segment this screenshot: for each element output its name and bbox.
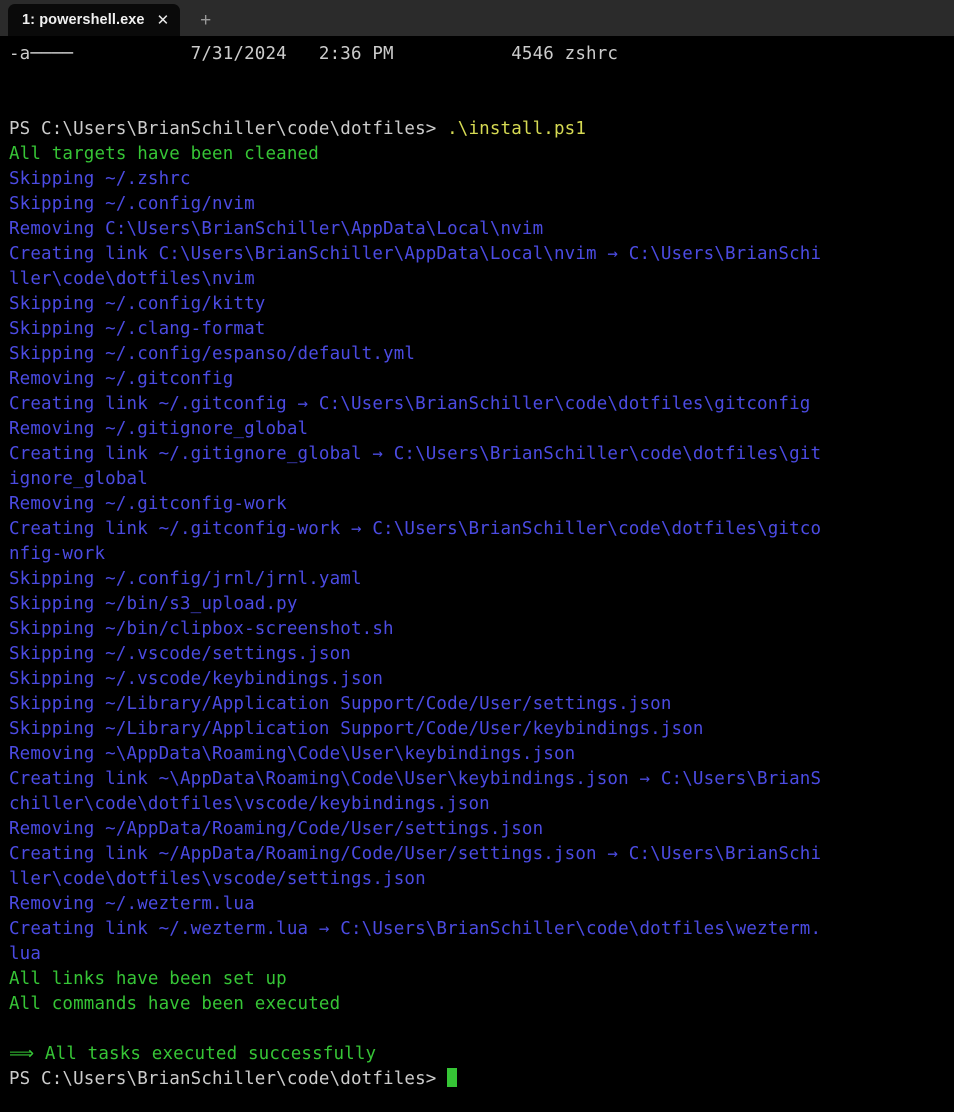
tab-powershell[interactable]: 1: powershell.exe ✕ [8,4,180,36]
terminal-line: lua [0,942,954,967]
terminal-line: ⟹ All tasks executed successfully [0,1042,954,1067]
terminal-line: All commands have been executed [0,992,954,1017]
terminal-line: Removing ~/.gitignore_global [0,417,954,442]
terminal-line: Skipping ~/Library/Application Support/C… [0,692,954,717]
terminal-line: Skipping ~/bin/clipbox-screenshot.sh [0,617,954,642]
output-lines-bottom: All targets have been cleanedSkipping ~/… [0,142,954,1067]
prompt-text: PS C:\Users\BrianSchiller\code\dotfiles> [9,119,436,139]
command-text: .\install.ps1 [447,119,586,139]
text-cursor[interactable] [447,1068,457,1087]
terminal-output[interactable]: -a──── 7/31/2024 2:36 PM 4546 zshrc PS C… [0,36,954,1112]
close-icon[interactable]: ✕ [157,13,170,28]
terminal-line: Removing ~\AppData\Roaming\Code\User\key… [0,742,954,767]
final-prompt-text: PS C:\Users\BrianSchiller\code\dotfiles> [9,1069,436,1089]
terminal-line [0,1017,954,1042]
terminal-line: Skipping ~/.vscode/keybindings.json [0,667,954,692]
terminal-line: chiller\code\dotfiles\vscode/keybindings… [0,792,954,817]
terminal-line: Skipping ~/.config/jrnl/jrnl.yaml [0,567,954,592]
final-prompt-line[interactable]: PS C:\Users\BrianSchiller\code\dotfiles> [0,1067,954,1092]
terminal-line: Skipping ~/.zshrc [0,167,954,192]
terminal-line: Creating link C:\Users\BrianSchiller\App… [0,242,954,267]
terminal-line: ller\code\dotfiles\nvim [0,267,954,292]
terminal-line: ignore_global [0,467,954,492]
output-lines-top: -a──── 7/31/2024 2:36 PM 4546 zshrc [0,42,954,117]
terminal-line: Removing C:\Users\BrianSchiller\AppData\… [0,217,954,242]
terminal-line: Skipping ~/.vscode/settings.json [0,642,954,667]
terminal-line: Creating link ~\AppData\Roaming\Code\Use… [0,767,954,792]
terminal-line: Creating link ~/.gitconfig-work → C:\Use… [0,517,954,542]
terminal-line: Removing ~/.gitconfig [0,367,954,392]
terminal-line [0,67,954,92]
terminal-line: Skipping ~/.config/espanso/default.yml [0,342,954,367]
terminal-line: Creating link ~/.wezterm.lua → C:\Users\… [0,917,954,942]
tab-title: 1: powershell.exe [22,12,145,28]
terminal-line: nfig-work [0,542,954,567]
terminal-line: Skipping ~/.clang-format [0,317,954,342]
terminal-line: -a──── 7/31/2024 2:36 PM 4546 zshrc [0,42,954,67]
terminal-line: Creating link ~/.gitignore_global → C:\U… [0,442,954,467]
tab-bar: 1: powershell.exe ✕ + [0,0,954,36]
terminal-line: All targets have been cleaned [0,142,954,167]
terminal-line: Skipping ~/bin/s3_upload.py [0,592,954,617]
terminal-line [0,92,954,117]
terminal-line: Skipping ~/.config/kitty [0,292,954,317]
prompt-line: PS C:\Users\BrianSchiller\code\dotfiles>… [0,117,954,142]
terminal-line: Skipping ~/Library/Application Support/C… [0,717,954,742]
terminal-line: Skipping ~/.config/nvim [0,192,954,217]
terminal-line: All links have been set up [0,967,954,992]
terminal-line: Removing ~/.wezterm.lua [0,892,954,917]
new-tab-icon[interactable]: + [190,11,221,30]
terminal-line: Removing ~/.gitconfig-work [0,492,954,517]
terminal-line: ller\code\dotfiles\vscode/settings.json [0,867,954,892]
terminal-line: Creating link ~/.gitconfig → C:\Users\Br… [0,392,954,417]
terminal-line: Creating link ~/AppData/Roaming/Code/Use… [0,842,954,867]
terminal-line: Removing ~/AppData/Roaming/Code/User/set… [0,817,954,842]
